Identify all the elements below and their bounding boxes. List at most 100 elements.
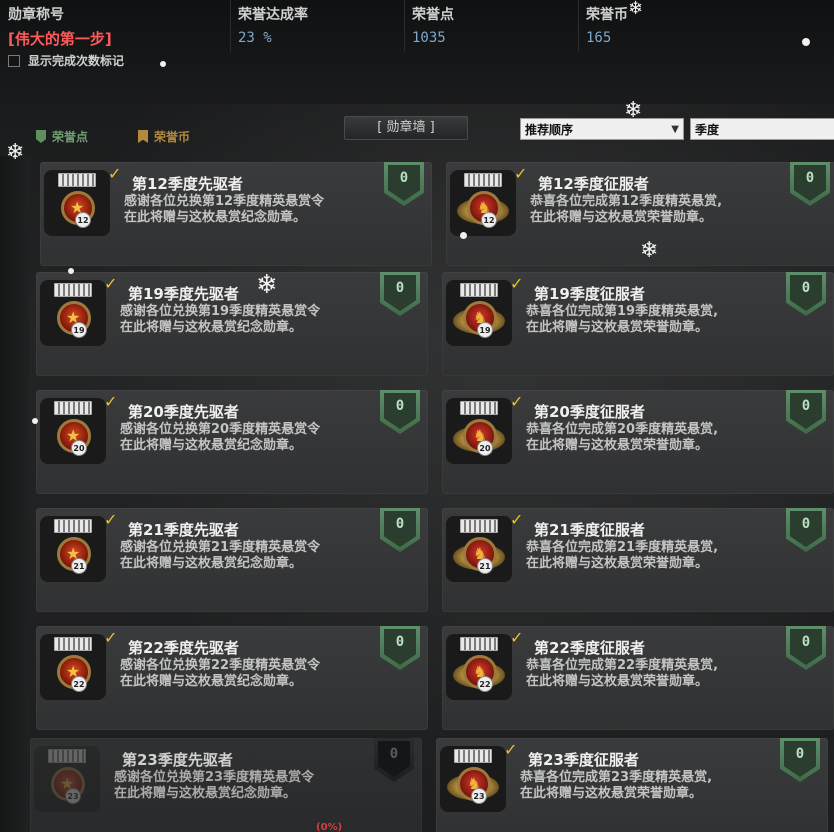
ribbon-bar-icon [54, 283, 92, 297]
medal-title: 第22季度先驱者 [128, 639, 239, 657]
season-number-icon: 19 [71, 322, 87, 338]
sort-select-value: 推荐顺序 [525, 123, 574, 137]
medal-description: 恭喜各位完成第19季度精英悬赏, 在此将赠与这枚悬赏荣誉勋章。 [526, 304, 786, 336]
medal-description-line: 在此将赠与这枚悬赏荣誉勋章。 [530, 210, 713, 225]
medal-icon: ♞ 23 [440, 746, 506, 812]
shield-icon: 0 [786, 272, 826, 316]
shield-icon: 0 [380, 272, 420, 316]
medal-description-line: 恭喜各位完成第22季度精英悬赏, [526, 658, 719, 673]
medal-card[interactable]: ♞ 22 ✓ 第22季度征服者 恭喜各位完成第22季度精英悬赏, 在此将赠与这枚… [442, 626, 834, 730]
medal-description-line: 在此将赠与这枚悬赏纪念勋章。 [120, 438, 303, 453]
ribbon-bar-icon [454, 749, 492, 763]
medal-description-line: 在此将赠与这枚悬赏荣誉勋章。 [520, 786, 703, 801]
medal-title: 第20季度先驱者 [128, 403, 239, 421]
points-value: 0 [790, 393, 822, 429]
ribbon-bar-icon [460, 519, 498, 533]
medal-title: 第12季度先驱者 [132, 175, 243, 193]
medal-description-line: 在此将赠与这枚悬赏荣誉勋章。 [526, 674, 709, 689]
points-value: 0 [384, 511, 416, 547]
legend-honor-coins: 荣誉币 [138, 128, 190, 145]
shield-icon: 0 [780, 738, 820, 782]
medal-card[interactable]: ★ 20 ✓ 第20季度先驱者 感谢各位兑换第20季度精英悬赏令 在此将赠与这枚… [36, 390, 428, 494]
ribbon-bar-icon [48, 749, 86, 763]
medal-title: 第19季度征服者 [534, 285, 645, 303]
medal-description-line: 在此将赠与这枚悬赏荣誉勋章。 [526, 556, 709, 571]
checkmark-icon: ✓ [510, 274, 524, 293]
medal-description-line: 在此将赠与这枚悬赏荣誉勋章。 [526, 320, 709, 335]
show-count-toggle[interactable]: 显示完成次数标记 [8, 52, 124, 69]
medal-description-line: 恭喜各位完成第12季度精英悬赏, [530, 194, 723, 209]
medal-description: 恭喜各位完成第21季度精英悬赏, 在此将赠与这枚悬赏荣誉勋章。 [526, 540, 786, 572]
checkmark-icon: ✓ [510, 628, 524, 647]
medal-card[interactable]: ♞ 21 ✓ 第21季度征服者 恭喜各位完成第21季度精英悬赏, 在此将赠与这枚… [442, 508, 834, 612]
medal-description: 恭喜各位完成第23季度精英悬赏, 在此将赠与这枚悬赏荣誉勋章。 [520, 770, 780, 802]
medal-card[interactable]: ★ 22 ✓ 第22季度先驱者 感谢各位兑换第22季度精英悬赏令 在此将赠与这枚… [36, 626, 428, 730]
medal-description-line: 在此将赠与这枚悬赏荣誉勋章。 [526, 438, 709, 453]
medal-card[interactable]: ★ 19 ✓ 第19季度先驱者 感谢各位兑换第19季度精英悬赏令 在此将赠与这枚… [36, 272, 428, 376]
medal-title: 第23季度先驱者 [122, 751, 233, 769]
stats-header: 勋章称号 [伟大的第一步] 荣誉达成率 23 % 荣誉点 1035 荣誉币 16… [0, 0, 834, 104]
snow-dot [460, 232, 467, 239]
medal-description-line: 恭喜各位完成第21季度精英悬赏, [526, 540, 719, 555]
tab-medal-wall[interactable]: [ 勋章墙 ] [344, 116, 468, 140]
medal-card[interactable]: ★ 12 ✓ 第12季度先驱者 感谢各位兑换第12季度精英悬赏令 在此将赠与这枚… [40, 162, 432, 266]
medal-description-line: 在此将赠与这枚悬赏纪念勋章。 [120, 556, 303, 571]
snow-dot [802, 38, 810, 46]
season-number-icon: 12 [481, 212, 497, 228]
medal-card[interactable]: ♞ 20 ✓ 第20季度征服者 恭喜各位完成第20季度精英悬赏, 在此将赠与这枚… [442, 390, 834, 494]
medal-card[interactable]: ♞ 23 ✓ 第23季度征服者 恭喜各位完成第23季度精英悬赏, 在此将赠与这枚… [436, 738, 828, 832]
honor-coins-label: 荣誉币 [586, 7, 628, 23]
medal-icon: ♞ 12 [450, 170, 516, 236]
season-number-icon: 21 [71, 558, 87, 574]
show-count-label: 显示完成次数标记 [28, 54, 125, 68]
legend-points-label: 荣誉点 [52, 130, 89, 144]
ribbon-bar-icon [460, 637, 498, 651]
category-select[interactable]: 季度 [690, 118, 834, 140]
points-value: 0 [794, 165, 826, 201]
show-count-checkbox[interactable] [8, 54, 20, 67]
snow-dot [68, 268, 74, 274]
honor-points-stat: 荣誉点 1035 [412, 4, 454, 46]
points-value: 0 [790, 629, 822, 665]
medal-title: 第20季度征服者 [534, 403, 645, 421]
points-value: 0 [790, 511, 822, 547]
sort-select[interactable]: 推荐顺序 ▼ [520, 118, 684, 140]
season-number-icon: 19 [477, 322, 493, 338]
column-divider [230, 0, 231, 52]
season-number-icon: 21 [477, 558, 493, 574]
medal-card[interactable]: ★ 21 ✓ 第21季度先驱者 感谢各位兑换第21季度精英悬赏令 在此将赠与这枚… [36, 508, 428, 612]
ribbon-bar-icon [54, 637, 92, 651]
ribbon-bar-icon [58, 173, 96, 187]
category-select-value: 季度 [695, 123, 720, 137]
shield-icon: 0 [790, 162, 830, 206]
snowflake-icon: ❄ [256, 270, 278, 300]
medal-title: 第19季度先驱者 [128, 285, 239, 303]
medal-description-line: 感谢各位兑换第21季度精英悬赏令 [120, 540, 321, 555]
medal-description-line: 感谢各位兑换第20季度精英悬赏令 [120, 422, 321, 437]
season-number-icon: 20 [477, 440, 493, 456]
medal-description-line: 在此将赠与这枚悬赏纪念勋章。 [124, 210, 307, 225]
shield-icon: 0 [786, 508, 826, 552]
medal-icon: ★ 19 [40, 280, 106, 346]
badge-title-value[interactable]: [伟大的第一步] [8, 28, 112, 49]
season-number-icon: 20 [71, 440, 87, 456]
medal-description-line: 感谢各位兑换第19季度精英悬赏令 [120, 304, 321, 319]
points-value: 0 [384, 629, 416, 665]
medal-description-line: 在此将赠与这枚悬赏纪念勋章。 [114, 786, 297, 801]
medal-title: 第12季度征服者 [538, 175, 649, 193]
medal-icon: ♞ 20 [446, 398, 512, 464]
ribbon-bar-icon [54, 519, 92, 533]
medal-card[interactable]: ♞ 19 ✓ 第19季度征服者 恭喜各位完成第19季度精英悬赏, 在此将赠与这枚… [442, 272, 834, 376]
medal-card[interactable]: ★ 23 第23季度先驱者 感谢各位兑换第23季度精英悬赏令 在此将赠与这枚悬赏… [30, 738, 422, 832]
snowflake-icon: ❄ [640, 238, 659, 263]
snow-dot [32, 418, 38, 424]
bookmark-icon [138, 130, 148, 143]
medal-description-line: 恭喜各位完成第20季度精英悬赏, [526, 422, 719, 437]
season-number-icon: 12 [75, 212, 91, 228]
points-value: 0 [784, 741, 816, 777]
honor-points-label: 荣誉点 [412, 7, 454, 23]
medal-title: 第21季度先驱者 [128, 521, 239, 539]
honor-coins-value: 165 [586, 30, 612, 46]
honor-points-value: 1035 [412, 30, 446, 46]
medal-title: 第22季度征服者 [534, 639, 645, 657]
